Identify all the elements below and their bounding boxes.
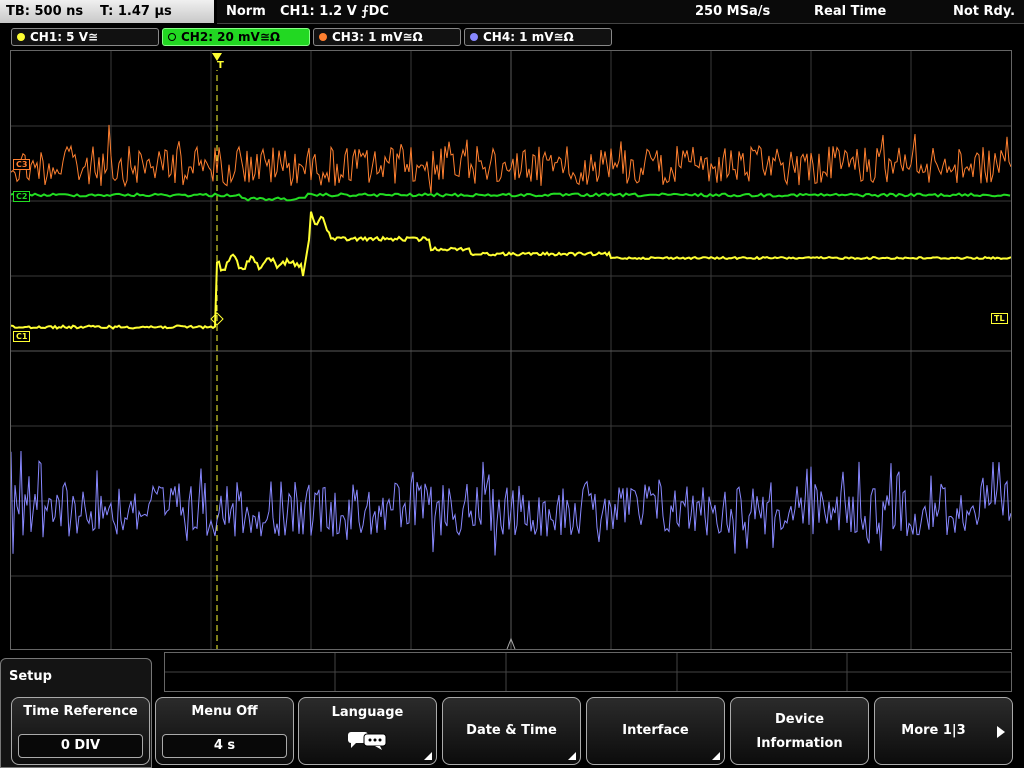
trigger-level-marker[interactable]: TL (991, 313, 1008, 324)
menu-off-softkey[interactable]: Menu Off 4 s (155, 697, 294, 765)
ch3-offset-marker[interactable]: C3 (13, 159, 31, 170)
ch1-offset-marker[interactable]: C1 (13, 331, 31, 342)
submenu-indicator-icon (424, 752, 432, 760)
ch2-offset-marker[interactable]: C2 (13, 191, 31, 202)
acquisition-mode: Real Time (814, 4, 887, 19)
timebase-readout: TB: 500 ns (6, 4, 84, 19)
ch4-dot-icon (470, 33, 478, 41)
timebase-panel[interactable]: TB: 500 ns T: 1.47 µs (0, 0, 214, 23)
status-bar: Norm CH1: 1.2 V ⨍DC 250 MSa/s Real Time … (217, 0, 1024, 24)
trigger-position-marker[interactable]: T (215, 61, 226, 71)
more-softkey[interactable]: More 1|3 (874, 697, 1013, 765)
waveform-display[interactable]: T C3 C2 C1 TL (10, 50, 1012, 650)
menu-info-strip (164, 652, 1012, 692)
trigger-source[interactable]: CH1: 1.2 V ⨍DC (280, 4, 389, 19)
channel-tab-ch3[interactable]: CH3: 1 mV≅Ω (313, 28, 461, 46)
sample-rate: 250 MSa/s (695, 4, 771, 19)
channel-tab-ch1[interactable]: CH1: 5 V≅ (11, 28, 159, 46)
ch2-dot-icon (168, 33, 176, 41)
menu-off-value: 4 s (162, 734, 287, 758)
time-reference-value: 0 DIV (18, 734, 143, 758)
ch3-dot-icon (319, 33, 327, 41)
language-speech-icon (348, 732, 387, 750)
waveform-canvas (11, 51, 1011, 649)
trigger-mode[interactable]: Norm (226, 4, 266, 19)
submenu-indicator-icon (568, 752, 576, 760)
channel-tab-ch2[interactable]: CH2: 20 mV≅Ω (162, 28, 310, 46)
menu-title: Setup (9, 669, 52, 684)
channel-tab-ch4[interactable]: CH4: 1 mV≅Ω (464, 28, 612, 46)
time-reference-softkey[interactable]: Time Reference 0 DIV (11, 697, 150, 765)
ch1-dot-icon (17, 33, 25, 41)
next-page-icon (997, 726, 1005, 738)
interface-softkey[interactable]: Interface (586, 697, 725, 765)
device-information-softkey[interactable]: Device Information (730, 697, 869, 765)
run-status: Not Rdy. (953, 4, 1016, 19)
language-softkey[interactable]: Language (298, 697, 437, 765)
trigger-time-readout: T: 1.47 µs (100, 4, 172, 19)
submenu-indicator-icon (712, 752, 720, 760)
date-time-softkey[interactable]: Date & Time (442, 697, 581, 765)
